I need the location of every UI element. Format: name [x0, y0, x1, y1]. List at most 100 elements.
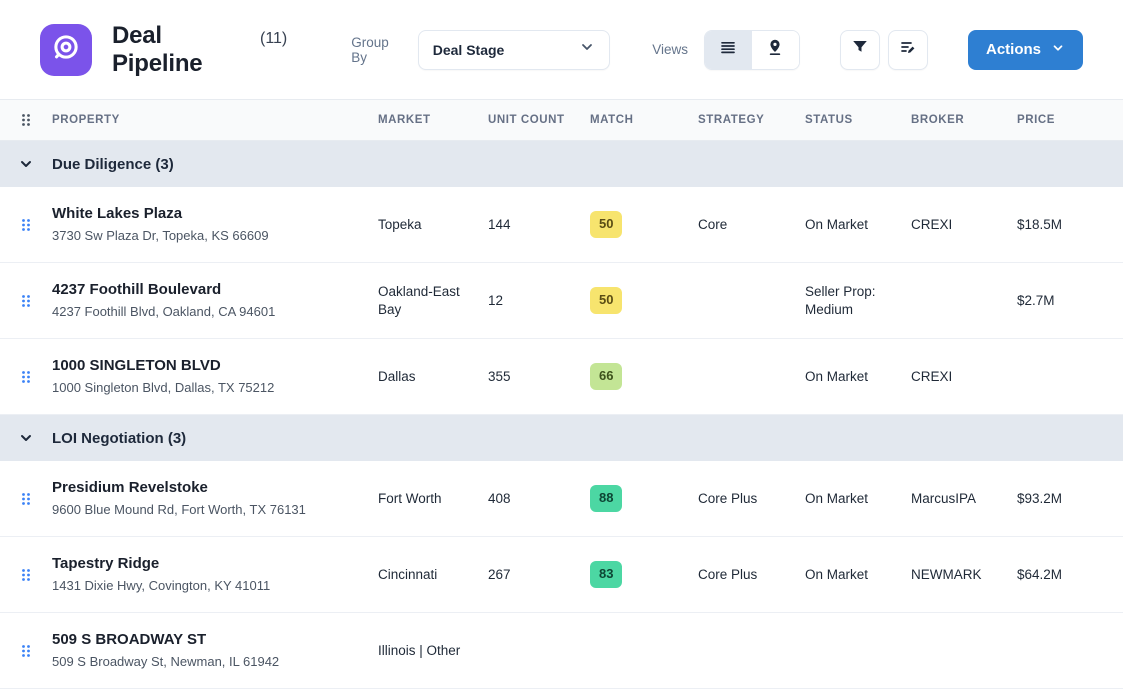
unit-count-cell: 355 — [488, 368, 590, 386]
drag-handle-icon — [21, 644, 31, 658]
filter-funnel-icon — [851, 38, 869, 61]
page-title-group: Deal Pipeline (11) — [112, 22, 287, 78]
views-control: Views — [652, 30, 800, 70]
property-address: 1000 Singleton Blvd, Dallas, TX 75212 — [52, 380, 362, 397]
table-row[interactable]: Tapestry Ridge 1431 Dixie Hwy, Covington… — [0, 537, 1123, 613]
status-cell: On Market — [805, 368, 911, 386]
status-cell: On Market — [805, 216, 911, 234]
property-address: 4237 Foothill Blvd, Oakland, CA 94601 — [52, 304, 362, 321]
column-header-price[interactable]: Price — [1017, 114, 1123, 126]
market-cell: Dallas — [378, 368, 488, 386]
page-header: Deal Pipeline (11) Group By Deal Stage V… — [0, 0, 1123, 100]
property-cell[interactable]: Presidium Revelstoke 9600 Blue Mound Rd,… — [52, 478, 378, 519]
map-view-button[interactable] — [752, 31, 799, 69]
drag-handle-icon — [21, 492, 31, 506]
row-drag-handle[interactable] — [0, 568, 52, 582]
strategy-cell: Core Plus — [698, 566, 805, 584]
match-score-badge: 50 — [590, 287, 622, 314]
chevron-down-icon — [579, 39, 595, 60]
strategy-cell: Core — [698, 216, 805, 234]
table-row[interactable]: 1000 SINGLETON BLVD 1000 Singleton Blvd,… — [0, 339, 1123, 415]
row-drag-handle[interactable] — [0, 218, 52, 232]
group-header[interactable]: Due Diligence (3) — [0, 141, 1123, 187]
row-drag-handle[interactable] — [0, 370, 52, 384]
group-label: Due Diligence (3) — [52, 156, 174, 173]
table-row[interactable]: Presidium Revelstoke 9600 Blue Mound Rd,… — [0, 461, 1123, 537]
chevron-down-icon[interactable] — [0, 156, 52, 172]
chevron-down-icon[interactable] — [0, 430, 52, 446]
property-address: 1431 Dixie Hwy, Covington, KY 41011 — [52, 578, 362, 595]
filter-button[interactable] — [840, 30, 880, 70]
match-cell: 88 — [590, 485, 698, 512]
table-row[interactable]: White Lakes Plaza 3730 Sw Plaza Dr, Tope… — [0, 187, 1123, 263]
match-score-badge: 83 — [590, 561, 622, 588]
drag-handle-icon — [21, 370, 31, 384]
column-header-market[interactable]: Market — [378, 114, 488, 126]
match-cell: 83 — [590, 561, 698, 588]
market-cell: Topeka — [378, 216, 488, 234]
page-count: (11) — [260, 30, 287, 48]
unit-count-cell: 144 — [488, 216, 590, 234]
property-name: 1000 SINGLETON BLVD — [52, 356, 362, 376]
market-cell: Fort Worth — [378, 490, 488, 508]
chevron-down-icon — [1051, 41, 1065, 58]
group-by-label: Group By — [351, 35, 406, 65]
broker-cell: NEWMARK — [911, 566, 1017, 584]
row-drag-handle[interactable] — [0, 294, 52, 308]
price-cell: $64.2M — [1017, 566, 1123, 584]
match-score-badge: 66 — [590, 363, 622, 390]
match-score-badge: 88 — [590, 485, 622, 512]
status-cell: On Market — [805, 566, 911, 584]
table-header-row: Property Market Unit Count Match Strateg… — [0, 100, 1123, 141]
broker-cell: CREXI — [911, 368, 1017, 386]
unit-count-cell: 267 — [488, 566, 590, 584]
column-header-strategy[interactable]: Strategy — [698, 114, 805, 126]
column-header-status[interactable]: Status — [805, 114, 911, 126]
property-address: 9600 Blue Mound Rd, Fort Worth, TX 76131 — [52, 502, 362, 519]
column-header-broker[interactable]: Broker — [911, 114, 1017, 126]
edit-list-button[interactable] — [888, 30, 928, 70]
drag-handle-icon — [21, 218, 31, 232]
actions-button[interactable]: Actions — [968, 30, 1083, 70]
property-cell[interactable]: 1000 SINGLETON BLVD 1000 Singleton Blvd,… — [52, 356, 378, 397]
group-by-select[interactable]: Deal Stage — [418, 30, 610, 70]
group-label: LOI Negotiation (3) — [52, 430, 186, 447]
list-view-button[interactable] — [705, 31, 752, 69]
row-drag-handle[interactable] — [0, 492, 52, 506]
property-cell[interactable]: 4237 Foothill Boulevard 4237 Foothill Bl… — [52, 280, 378, 321]
column-header-property[interactable]: Property — [52, 114, 378, 126]
match-cell: 50 — [590, 211, 698, 238]
property-cell[interactable]: White Lakes Plaza 3730 Sw Plaza Dr, Tope… — [52, 204, 378, 245]
market-cell: Cincinnati — [378, 566, 488, 584]
drag-handle-icon — [21, 294, 31, 308]
property-cell[interactable]: Tapestry Ridge 1431 Dixie Hwy, Covington… — [52, 554, 378, 595]
property-address: 509 S Broadway St, Newman, IL 61942 — [52, 654, 362, 671]
strategy-cell: Core Plus — [698, 490, 805, 508]
table-row[interactable]: 509 S BROADWAY ST 509 S Broadway St, New… — [0, 613, 1123, 689]
table-row[interactable]: 4237 Foothill Boulevard 4237 Foothill Bl… — [0, 263, 1123, 339]
price-cell: $2.7M — [1017, 292, 1123, 310]
header-drag-handle — [0, 113, 52, 127]
column-header-match[interactable]: Match — [590, 114, 698, 126]
property-name: Presidium Revelstoke — [52, 478, 362, 498]
property-address: 3730 Sw Plaza Dr, Topeka, KS 66609 — [52, 228, 362, 245]
row-drag-handle[interactable] — [0, 644, 52, 658]
broker-cell: CREXI — [911, 216, 1017, 234]
price-cell: $93.2M — [1017, 490, 1123, 508]
market-cell: Illinois | Other — [378, 642, 488, 660]
actions-button-label: Actions — [986, 41, 1041, 58]
column-header-unit-count[interactable]: Unit Count — [488, 114, 590, 126]
unit-count-cell: 408 — [488, 490, 590, 508]
status-cell: On Market — [805, 490, 911, 508]
unit-count-cell: 12 — [488, 292, 590, 310]
property-name: 4237 Foothill Boulevard — [52, 280, 362, 300]
group-header[interactable]: LOI Negotiation (3) — [0, 415, 1123, 461]
page-title: Deal Pipeline — [112, 22, 252, 78]
property-cell[interactable]: 509 S BROADWAY ST 509 S Broadway St, New… — [52, 630, 378, 671]
list-view-icon — [719, 38, 737, 61]
market-cell: Oakland-East Bay — [378, 283, 488, 318]
toolbar-buttons — [840, 30, 928, 70]
status-cell: Seller Prop: Medium — [805, 283, 911, 318]
property-name: 509 S BROADWAY ST — [52, 630, 362, 650]
match-score-badge: 50 — [590, 211, 622, 238]
